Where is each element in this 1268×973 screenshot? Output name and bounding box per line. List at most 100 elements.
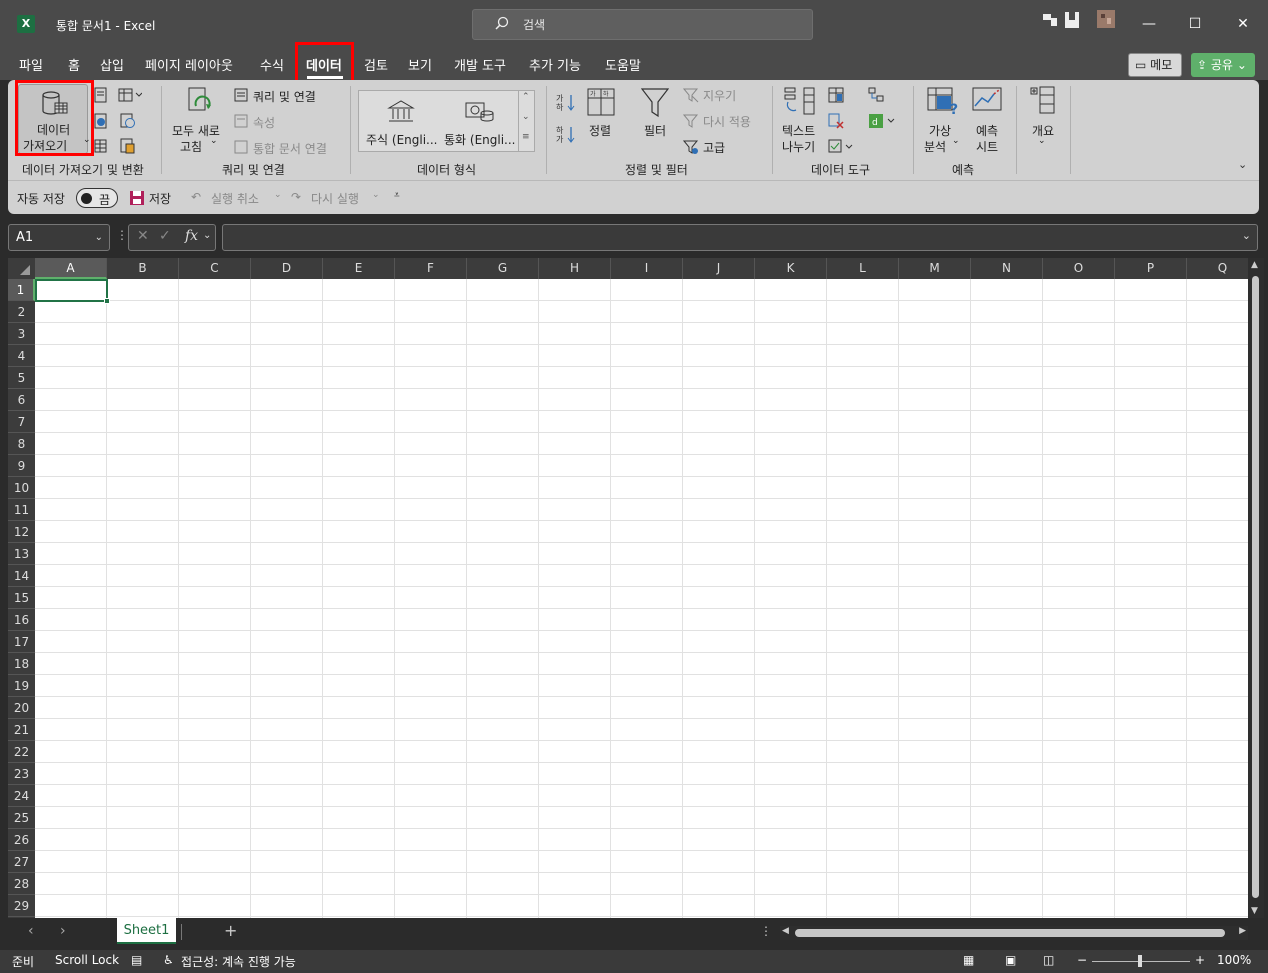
tab-formulas[interactable]: 수식: [260, 55, 284, 74]
tab-review[interactable]: 검토: [364, 55, 388, 74]
row-header-5[interactable]: 5: [8, 367, 35, 389]
column-header-o[interactable]: O: [1043, 258, 1115, 279]
data-types-scroll[interactable]: ⌃ ⌄ ≡: [518, 90, 535, 152]
close-button[interactable]: ✕: [1231, 12, 1255, 36]
tab-insert[interactable]: 삽입: [100, 55, 124, 74]
what-if-analysis-button[interactable]: ? 가상 분석 ⌄: [922, 86, 964, 156]
row-header-17[interactable]: 17: [8, 631, 35, 653]
outline-button[interactable]: 개요 ⌄: [1026, 86, 1060, 156]
formula-input[interactable]: ⌄: [222, 224, 1258, 251]
row-header-19[interactable]: 19: [8, 675, 35, 697]
row-header-15[interactable]: 15: [8, 587, 35, 609]
existing-connections-icon[interactable]: [120, 113, 136, 129]
from-table-icon[interactable]: [94, 138, 108, 154]
scroll-down-icon[interactable]: ▼: [1251, 906, 1258, 916]
relationships-icon[interactable]: [868, 87, 884, 103]
row-header-25[interactable]: 25: [8, 807, 35, 829]
row-header-26[interactable]: 26: [8, 829, 35, 851]
sort-descending-icon[interactable]: 하가: [556, 124, 576, 144]
clear-button[interactable]: 지우기: [703, 87, 736, 104]
scroll-left-icon[interactable]: ◀: [782, 926, 789, 936]
tab-view[interactable]: 보기: [408, 55, 432, 74]
worksheet-grid[interactable]: ABCDEFGHIJKLMNOPQ 1 2 3 4 5 6 7 8 9 10 11 12 13 14 15 1…: [8, 258, 1248, 918]
sort-ascending-icon[interactable]: 가하: [556, 92, 576, 112]
row-header-18[interactable]: 18: [8, 653, 35, 675]
forecast-sheet-button[interactable]: 예측 시트: [968, 86, 1008, 156]
data-validation-icon[interactable]: [828, 139, 854, 155]
row-header-28[interactable]: 28: [8, 873, 35, 895]
row-header-8[interactable]: 8: [8, 433, 35, 455]
column-header-f[interactable]: F: [395, 258, 467, 279]
tab-help[interactable]: 도움말: [605, 55, 641, 74]
row-header-7[interactable]: 7: [8, 411, 35, 433]
horizontal-scroll-thumb[interactable]: [795, 929, 1225, 937]
filter-button[interactable]: 필터: [638, 88, 674, 148]
manage-data-model-icon[interactable]: d: [868, 113, 896, 129]
chevron-down-icon[interactable]: ⌄: [274, 190, 282, 200]
tab-page-layout[interactable]: 페이지 레이아웃: [145, 55, 233, 74]
advanced-button[interactable]: 고급: [703, 139, 725, 156]
refresh-all-button[interactable]: 모두 새로 고침 ⌄: [168, 86, 228, 156]
row-header-3[interactable]: 3: [8, 323, 35, 345]
vertical-scrollbar[interactable]: ▲ ▼: [1248, 258, 1264, 918]
sort-button[interactable]: 가하 정렬: [584, 88, 620, 148]
share-button[interactable]: ⇪ 공유 ⌄: [1191, 53, 1255, 77]
save-icon[interactable]: [129, 190, 145, 206]
column-header-a[interactable]: A: [35, 258, 107, 279]
undo-icon[interactable]: ↶: [191, 190, 201, 204]
enter-icon[interactable]: ✓: [159, 228, 171, 244]
queries-connections-button[interactable]: 쿼리 및 연결: [253, 88, 316, 105]
row-header-24[interactable]: 24: [8, 785, 35, 807]
column-header-d[interactable]: D: [251, 258, 323, 279]
comments-button[interactable]: ▭ 메모: [1128, 53, 1182, 77]
scroll-right-icon[interactable]: ▶: [1239, 926, 1246, 936]
page-layout-view-icon[interactable]: ▣: [1005, 953, 1016, 967]
column-header-p[interactable]: P: [1115, 258, 1187, 279]
sheet-tab-sheet1[interactable]: Sheet1: [117, 918, 176, 944]
name-box[interactable]: A1 ⌄: [8, 224, 110, 251]
zoom-slider-thumb[interactable]: [1138, 955, 1142, 967]
recent-sources-icon[interactable]: [118, 87, 142, 103]
fill-handle[interactable]: [104, 298, 110, 304]
undo-button[interactable]: 실행 취소: [211, 190, 259, 207]
tab-home[interactable]: 홈: [68, 55, 80, 74]
zoom-level[interactable]: 100%: [1217, 953, 1251, 967]
column-header-j[interactable]: J: [683, 258, 755, 279]
maximize-button[interactable]: ☐: [1183, 12, 1207, 36]
save-button[interactable]: 저장: [149, 190, 171, 207]
from-web-icon[interactable]: [94, 113, 108, 129]
flash-fill-icon[interactable]: [828, 87, 844, 103]
column-header-n[interactable]: N: [971, 258, 1043, 279]
normal-view-icon[interactable]: ▦: [963, 953, 974, 967]
redo-icon[interactable]: ↷: [291, 190, 301, 204]
row-header-20[interactable]: 20: [8, 697, 35, 719]
row-header-9[interactable]: 9: [8, 455, 35, 477]
row-header-11[interactable]: 11: [8, 499, 35, 521]
from-other-sources-icon[interactable]: [120, 138, 136, 154]
chevron-down-icon[interactable]: ⌄: [372, 190, 380, 200]
column-header-q[interactable]: Q: [1187, 258, 1248, 279]
insert-function-button[interactable]: fx: [185, 228, 198, 244]
column-header-i[interactable]: I: [611, 258, 683, 279]
row-header-23[interactable]: 23: [8, 763, 35, 785]
column-header-l[interactable]: L: [827, 258, 899, 279]
row-header-1[interactable]: 1: [8, 279, 35, 301]
autosave-toggle[interactable]: 끔: [76, 188, 118, 208]
select-all-button[interactable]: [8, 258, 35, 279]
text-to-columns-button[interactable]: 텍스트 나누기: [780, 86, 822, 156]
accessibility-icon[interactable]: ♿: [163, 953, 174, 967]
prev-sheet-icon[interactable]: ‹: [28, 923, 34, 939]
page-break-view-icon[interactable]: ◫: [1043, 953, 1054, 967]
row-header-10[interactable]: 10: [8, 477, 35, 499]
scroll-up-icon[interactable]: ▲: [1251, 260, 1258, 270]
remove-duplicates-icon[interactable]: [828, 113, 844, 129]
next-sheet-icon[interactable]: ›: [60, 923, 66, 939]
column-header-b[interactable]: B: [107, 258, 179, 279]
row-header-21[interactable]: 21: [8, 719, 35, 741]
column-header-c[interactable]: C: [179, 258, 251, 279]
account-avatar[interactable]: [1043, 10, 1117, 28]
row-header-4[interactable]: 4: [8, 345, 35, 367]
drag-handle-icon[interactable]: ⋮: [116, 228, 128, 242]
macro-record-icon[interactable]: ▤: [131, 953, 142, 967]
row-header-13[interactable]: 13: [8, 543, 35, 565]
